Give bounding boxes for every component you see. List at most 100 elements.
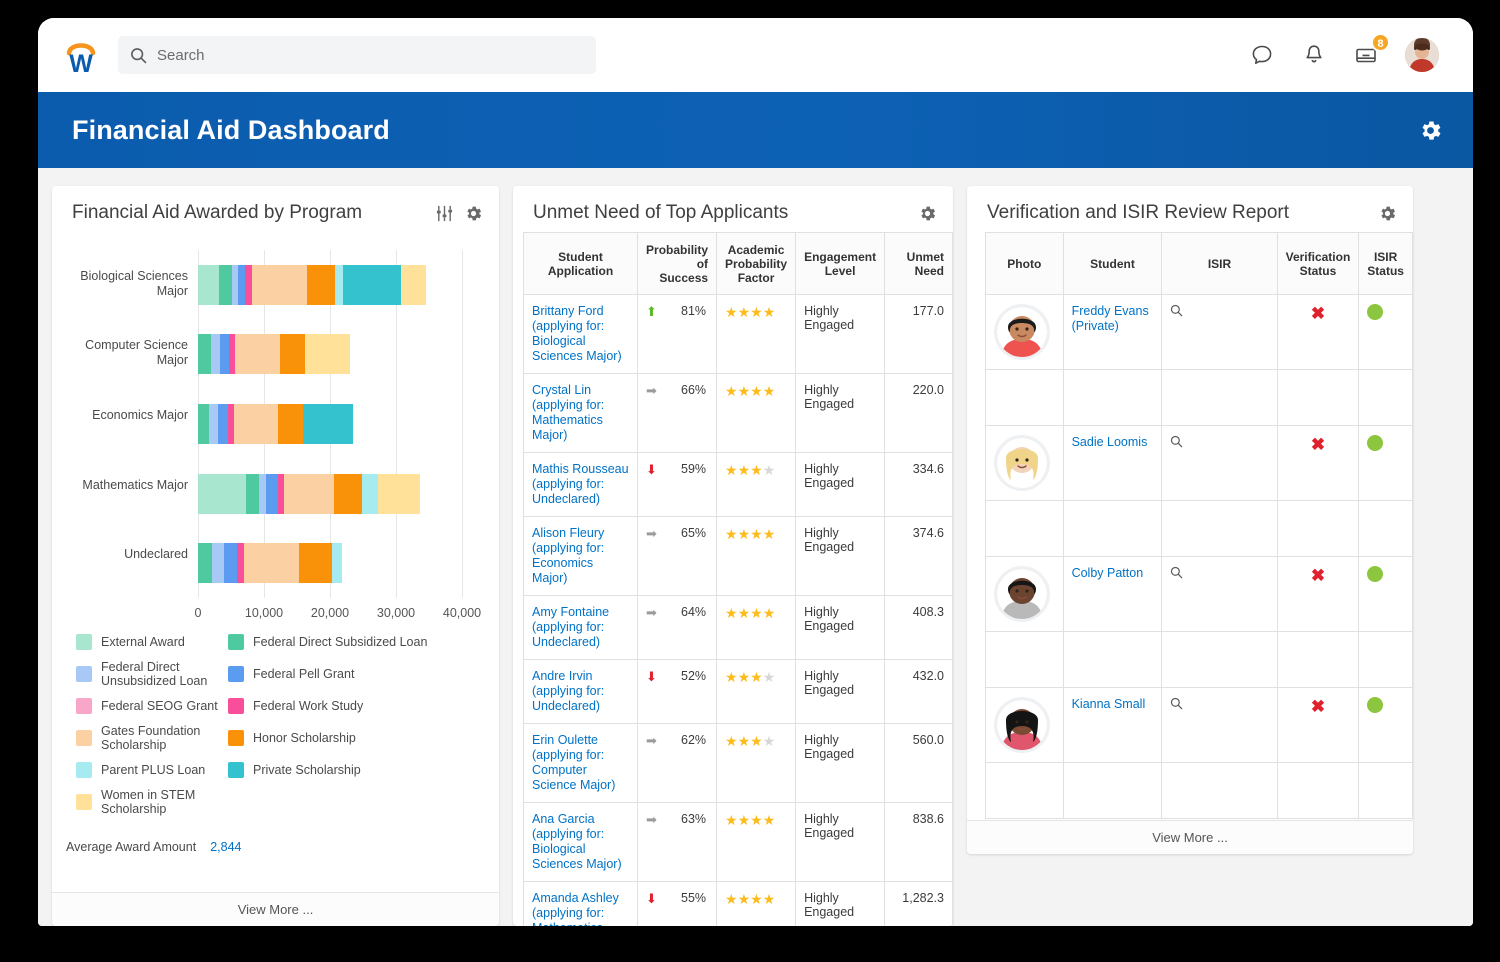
- chart-view-more-link[interactable]: View More ...: [52, 892, 499, 926]
- cell-student[interactable]: Kianna Small: [1062, 687, 1163, 763]
- chart-bar-segment[interactable]: [378, 473, 421, 514]
- chart-bar-segment[interactable]: [238, 264, 245, 305]
- column-header[interactable]: Student Application: [522, 232, 639, 295]
- student-application-link[interactable]: Erin Oulette (applying for: Computer Sci…: [532, 733, 615, 792]
- chart-bar-segment[interactable]: [283, 473, 334, 514]
- chart-legend-item[interactable]: Federal SEOG Grant: [76, 698, 228, 714]
- table-row[interactable]: Mathis Rousseau (applying for: Undeclare…: [522, 452, 953, 517]
- chat-icon[interactable]: [1249, 42, 1275, 68]
- column-header[interactable]: Academic Probability Factor: [716, 232, 797, 295]
- student-name-link[interactable]: Colby Patton: [1072, 566, 1144, 580]
- workday-logo-icon[interactable]: W: [58, 32, 104, 78]
- chart-bar-segment[interactable]: [334, 264, 344, 305]
- chart-bar-segment[interactable]: [258, 473, 266, 514]
- chart-bar-segment[interactable]: [400, 264, 427, 305]
- cell-student-application[interactable]: Alison Fleury (applying for: Economics M…: [522, 516, 639, 596]
- table-row[interactable]: Amanda Ashley (applying for: Mathematics…: [522, 881, 953, 926]
- chart-bar-segment[interactable]: [333, 473, 362, 514]
- chart-bar-segment[interactable]: [198, 404, 210, 444]
- chart-bar-segment[interactable]: [198, 543, 212, 584]
- chart-bar-segment[interactable]: [219, 264, 233, 305]
- column-header[interactable]: ISIR: [1161, 232, 1278, 295]
- column-header[interactable]: Verification Status: [1276, 232, 1360, 295]
- chart-bar-segment[interactable]: [279, 334, 305, 375]
- column-header[interactable]: Unmet Need: [884, 232, 953, 295]
- chart-bar-segment[interactable]: [198, 473, 247, 514]
- cell-isir[interactable]: [1161, 556, 1278, 632]
- table-row[interactable]: Erin Oulette (applying for: Computer Sci…: [522, 723, 953, 803]
- chart-bar-segment[interactable]: [234, 334, 280, 375]
- chart-bar-segment[interactable]: [211, 543, 225, 584]
- student-name-link[interactable]: Kianna Small: [1072, 697, 1146, 711]
- student-application-link[interactable]: Ana Garcia (applying for: Biological Sci…: [532, 812, 622, 871]
- cell-student-application[interactable]: Amy Fontaine (applying for: Undeclared): [522, 595, 639, 660]
- cell-student-application[interactable]: Erin Oulette (applying for: Computer Sci…: [522, 723, 639, 803]
- student-application-link[interactable]: Andre Irvin (applying for: Undeclared): [532, 669, 604, 713]
- verification-view-more-link[interactable]: View More ...: [967, 820, 1413, 854]
- chart-bar-segment[interactable]: [252, 264, 307, 305]
- chart-bar[interactable]: [198, 404, 354, 444]
- sliders-icon[interactable]: [435, 204, 454, 223]
- average-award-value[interactable]: 2,844: [210, 840, 241, 854]
- verification-table-wrapper[interactable]: Photo Student ISIR Verification Status ISIR …: [967, 228, 1413, 819]
- chart-bar-segment[interactable]: [302, 404, 354, 444]
- chart-bar-segment[interactable]: [246, 473, 259, 514]
- chart-legend-item[interactable]: Honor Scholarship: [228, 730, 356, 746]
- chart-bar-segment[interactable]: [361, 473, 379, 514]
- gear-icon[interactable]: [918, 204, 937, 223]
- chart-bar-segment[interactable]: [209, 404, 218, 444]
- chart-bar-segment[interactable]: [217, 404, 229, 444]
- cell-student[interactable]: Freddy Evans (Private): [1062, 294, 1163, 370]
- chart-bar[interactable]: [198, 264, 427, 305]
- cell-student-application[interactable]: Crystal Lin (applying for: Mathematics M…: [522, 373, 639, 453]
- student-application-link[interactable]: Brittany Ford (applying for: Biological …: [532, 304, 622, 363]
- inbox-icon[interactable]: 8: [1353, 33, 1390, 68]
- cell-student-application[interactable]: Ana Garcia (applying for: Biological Sci…: [522, 802, 639, 882]
- chart-bar-segment[interactable]: [233, 404, 279, 444]
- search-icon[interactable]: [1170, 697, 1268, 710]
- student-name-link[interactable]: Sadie Loomis: [1072, 435, 1148, 449]
- chart-bar-segment[interactable]: [219, 334, 229, 375]
- chart-bar-segment[interactable]: [244, 264, 253, 305]
- chart-bar-segment[interactable]: [244, 543, 299, 584]
- chart-bar[interactable]: [198, 543, 342, 584]
- cell-student-application[interactable]: Brittany Ford (applying for: Biological …: [522, 294, 639, 374]
- column-header[interactable]: Engagement Level: [795, 232, 886, 295]
- global-search[interactable]: [118, 36, 596, 74]
- cell-isir[interactable]: [1161, 294, 1278, 370]
- search-icon[interactable]: [1170, 435, 1268, 448]
- chart-bar[interactable]: [198, 473, 421, 514]
- cell-student-application[interactable]: Amanda Ashley (applying for: Mathematics…: [522, 881, 639, 926]
- student-application-link[interactable]: Crystal Lin (applying for: Mathematics M…: [532, 383, 604, 442]
- table-row[interactable]: Amy Fontaine (applying for: Undeclared) ➡…: [522, 595, 953, 660]
- chart-bar-segment[interactable]: [304, 334, 351, 375]
- table-row[interactable]: Ana Garcia (applying for: Biological Sci…: [522, 802, 953, 882]
- chart-legend-item[interactable]: Women in STEM Scholarship: [76, 788, 228, 816]
- cell-student-application[interactable]: Mathis Rousseau (applying for: Undeclare…: [522, 452, 639, 517]
- user-avatar[interactable]: [1405, 38, 1439, 72]
- search-input[interactable]: [157, 46, 584, 64]
- chart-bar-segment[interactable]: [331, 543, 342, 584]
- table-row[interactable]: Kianna Small ✖: [985, 687, 1413, 763]
- chart-bar-segment[interactable]: [198, 264, 220, 305]
- cell-student[interactable]: Colby Patton: [1062, 556, 1163, 632]
- student-application-link[interactable]: Amy Fontaine (applying for: Undeclared): [532, 605, 609, 649]
- search-icon[interactable]: [1170, 304, 1268, 317]
- gear-icon[interactable]: [464, 204, 483, 223]
- chart-legend-item[interactable]: Federal Pell Grant: [228, 666, 354, 682]
- cell-student-application[interactable]: Andre Irvin (applying for: Undeclared): [522, 659, 639, 724]
- cell-student[interactable]: Sadie Loomis: [1062, 425, 1163, 501]
- dashboard-settings-gear-icon[interactable]: [1418, 118, 1443, 143]
- chart-bar-segment[interactable]: [343, 264, 401, 305]
- student-name-link[interactable]: Freddy Evans (Private): [1072, 304, 1149, 333]
- chart-legend-item[interactable]: Federal Work Study: [228, 698, 363, 714]
- column-header[interactable]: Probability of Success: [637, 232, 718, 295]
- student-application-link[interactable]: Alison Fleury (applying for: Economics M…: [532, 526, 604, 585]
- chart-bar-segment[interactable]: [265, 473, 279, 514]
- chart-bar-segment[interactable]: [210, 334, 220, 375]
- student-application-link[interactable]: Amanda Ashley (applying for: Mathematics…: [532, 891, 619, 926]
- table-row[interactable]: Freddy Evans (Private) ✖: [985, 294, 1413, 370]
- bell-icon[interactable]: [1301, 42, 1327, 68]
- table-row[interactable]: Sadie Loomis ✖: [985, 425, 1413, 501]
- chart-bar-segment[interactable]: [198, 334, 211, 375]
